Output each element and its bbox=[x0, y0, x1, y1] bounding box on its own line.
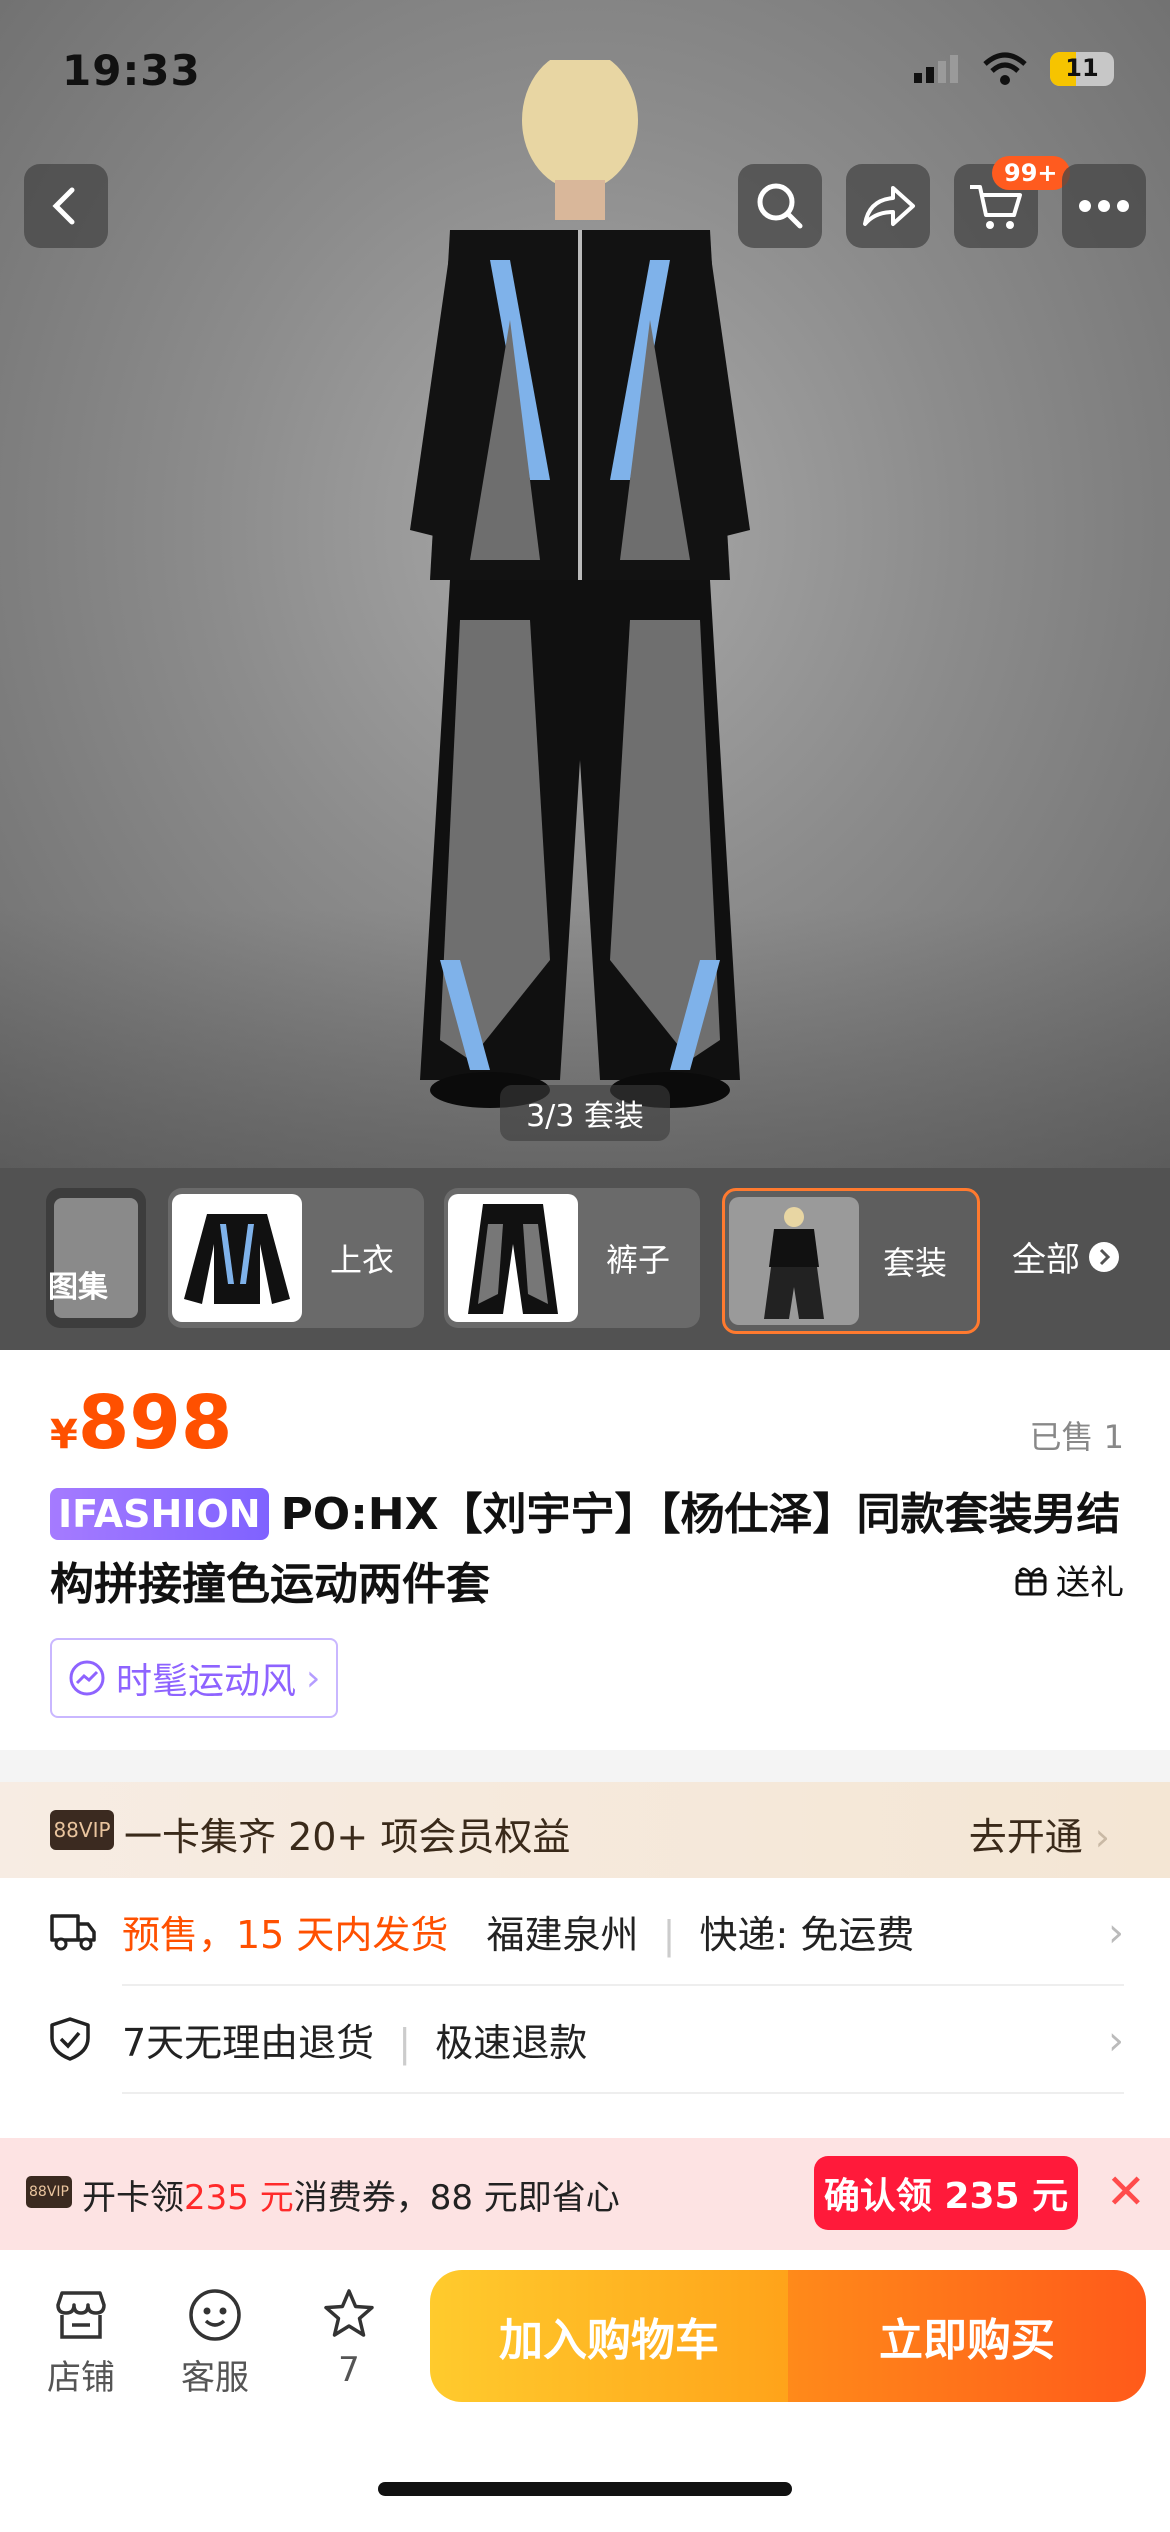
chevron-left-icon bbox=[52, 187, 75, 225]
model-figure bbox=[410, 60, 750, 1108]
favorite-tab[interactable]: 7 bbox=[294, 2280, 404, 2390]
all-images-label: 全部 bbox=[1012, 1240, 1080, 1280]
store-label: 店铺 bbox=[47, 2358, 115, 2398]
more-icon bbox=[1079, 200, 1129, 212]
star-icon bbox=[324, 2289, 374, 2337]
service-label: 客服 bbox=[181, 2358, 249, 2398]
claim-coupon-button[interactable]: 确认领 235 元 bbox=[814, 2156, 1078, 2230]
jacket-thumb-icon bbox=[184, 1214, 290, 1304]
trend-icon bbox=[69, 1660, 105, 1696]
thumbnail-gallery[interactable]: 图集 bbox=[46, 1188, 146, 1328]
share-icon bbox=[863, 186, 915, 226]
chevron-right-icon: › bbox=[306, 1657, 321, 1699]
thumbnail-pants[interactable]: 裤子 bbox=[444, 1188, 700, 1328]
vip-text: 一卡集齐 20+ 项会员权益 bbox=[124, 1815, 571, 1859]
returns-info: 7天无理由退货 | 极速退款 bbox=[122, 2012, 587, 2067]
back-button[interactable] bbox=[24, 164, 108, 248]
status-time: 19:33 bbox=[62, 46, 201, 95]
pants-thumb-icon bbox=[468, 1204, 558, 1314]
thumbnail-set[interactable]: 套装 bbox=[722, 1188, 980, 1334]
coupon-vip-badge: 88VIP bbox=[26, 2176, 72, 2208]
shipping-row[interactable]: 预售，15 天内发货 福建泉州 | 快递: 免运费 › bbox=[0, 1878, 1170, 1984]
service-list: 预售，15 天内发货 福建泉州 | 快递: 免运费 › 7天无理由退货 | 极速… bbox=[0, 1878, 1170, 2138]
search-button[interactable] bbox=[738, 164, 822, 248]
gift-button[interactable]: 送礼 bbox=[1014, 1555, 1124, 1604]
battery-icon: 11 bbox=[1050, 52, 1114, 86]
coupon-banner: 88VIP 开卡领235 元消费券，88 元即省心 确认领 235 元 ✕ bbox=[0, 2138, 1170, 2250]
product-image[interactable]: 19:33 11 99+ 3/3 套装 bbox=[0, 0, 1170, 1168]
divider-line bbox=[122, 2092, 1124, 2094]
divider: | bbox=[398, 2021, 412, 2065]
delivery-truck-icon bbox=[50, 1914, 96, 1951]
gift-icon bbox=[1015, 1567, 1047, 1595]
cellular-icon bbox=[914, 55, 958, 83]
chevron-right-icon: › bbox=[1108, 1910, 1124, 1956]
coupon-text-post: 消费券，88 元即省心 bbox=[293, 2178, 620, 2218]
currency-symbol: ¥ bbox=[50, 1412, 78, 1458]
thumbnail-strip: 图集 上衣 裤子 套装 全部 bbox=[0, 1168, 1170, 1350]
thumbnail-label: 套装 bbox=[883, 1244, 948, 1282]
wifi-icon bbox=[983, 52, 1027, 85]
style-tag-label: 时髦运动风 bbox=[116, 1661, 297, 1702]
share-button[interactable] bbox=[846, 164, 930, 248]
returns-policy: 7天无理由退货 bbox=[122, 2021, 375, 2065]
coupon-text: 开卡领235 元消费券，88 元即省心 bbox=[82, 2170, 620, 2219]
brand-tag: IFASHION bbox=[50, 1488, 269, 1540]
presale-text: 预售，15 天内发货 bbox=[122, 1913, 449, 1957]
bottom-action-bar: 店铺 客服 7 加入购物车 立即购买 bbox=[0, 2250, 1170, 2532]
coupon-text-pre: 开卡领 bbox=[82, 2178, 184, 2218]
cart-badge: 99+ bbox=[992, 156, 1070, 190]
thumbnail-label: 上衣 bbox=[330, 1241, 395, 1279]
product-title: IFASHION PO:HX【刘宇宁】【杨仕泽】同款套装男结构拼接撞色运动两件套 bbox=[50, 1480, 1130, 1620]
thumbnail-top[interactable]: 上衣 bbox=[168, 1188, 424, 1328]
shield-check-icon bbox=[50, 2017, 90, 2061]
all-images-link[interactable]: 全部 bbox=[1012, 1232, 1120, 1281]
coupon-amount: 235 元 bbox=[184, 2178, 294, 2218]
favorites-count: 7 bbox=[338, 2350, 360, 2390]
status-icons: 11 bbox=[912, 52, 1114, 86]
sold-count: 已售 1 bbox=[1029, 1418, 1124, 1456]
refund-speed: 极速退款 bbox=[435, 2021, 588, 2065]
image-counter: 3/3 套装 bbox=[500, 1085, 670, 1141]
ship-origin: 福建泉州 bbox=[486, 1913, 639, 1957]
thumbnail-label: 图集 bbox=[48, 1270, 108, 1305]
style-tag[interactable]: 时髦运动风 › bbox=[50, 1638, 339, 1718]
gift-label: 送礼 bbox=[1056, 1563, 1124, 1603]
vip-open-link[interactable]: 去开通 › bbox=[969, 1806, 1110, 1861]
divider: | bbox=[662, 1913, 676, 1957]
thumbnail-image bbox=[448, 1194, 578, 1322]
vip-banner[interactable]: 88VIP 一卡集齐 20+ 项会员权益 去开通 › bbox=[0, 1782, 1170, 1878]
chat-face-icon bbox=[189, 2289, 241, 2341]
store-tab[interactable]: 店铺 bbox=[26, 2280, 136, 2399]
chevron-right-circle-icon bbox=[1089, 1241, 1119, 1272]
add-to-cart-button[interactable]: 加入购物车 bbox=[430, 2270, 788, 2402]
chevron-right-icon: › bbox=[1108, 2018, 1124, 2064]
cart-button[interactable]: 99+ bbox=[954, 156, 1070, 248]
shipping-info: 预售，15 天内发货 福建泉州 | 快递: 免运费 bbox=[122, 1904, 914, 1959]
store-icon bbox=[56, 2291, 106, 2339]
search-icon bbox=[757, 183, 803, 229]
returns-row[interactable]: 7天无理由退货 | 极速退款 › bbox=[0, 1986, 1170, 2092]
thumbnail-image bbox=[172, 1194, 302, 1322]
product-info: ¥898 已售 1 IFASHION PO:HX【刘宇宁】【杨仕泽】同款套装男结构… bbox=[0, 1350, 1170, 1750]
customer-service-tab[interactable]: 客服 bbox=[160, 2280, 270, 2399]
vip-badge: 88VIP bbox=[50, 1810, 114, 1850]
close-icon[interactable]: ✕ bbox=[1106, 2164, 1146, 2220]
thumbnail-label: 裤子 bbox=[606, 1241, 671, 1279]
home-indicator bbox=[378, 2482, 792, 2496]
buy-now-button[interactable]: 立即购买 bbox=[788, 2270, 1146, 2402]
chevron-right-icon: › bbox=[1094, 1815, 1110, 1859]
thumbnail-image bbox=[729, 1197, 859, 1325]
express-fee: 快递: 免运费 bbox=[699, 1913, 915, 1957]
more-button[interactable] bbox=[1062, 164, 1146, 248]
set-thumb-icon bbox=[764, 1207, 824, 1319]
vip-open-label: 去开通 bbox=[968, 1815, 1083, 1859]
price-value: 898 bbox=[77, 1380, 233, 1466]
price: ¥898 bbox=[50, 1380, 232, 1466]
